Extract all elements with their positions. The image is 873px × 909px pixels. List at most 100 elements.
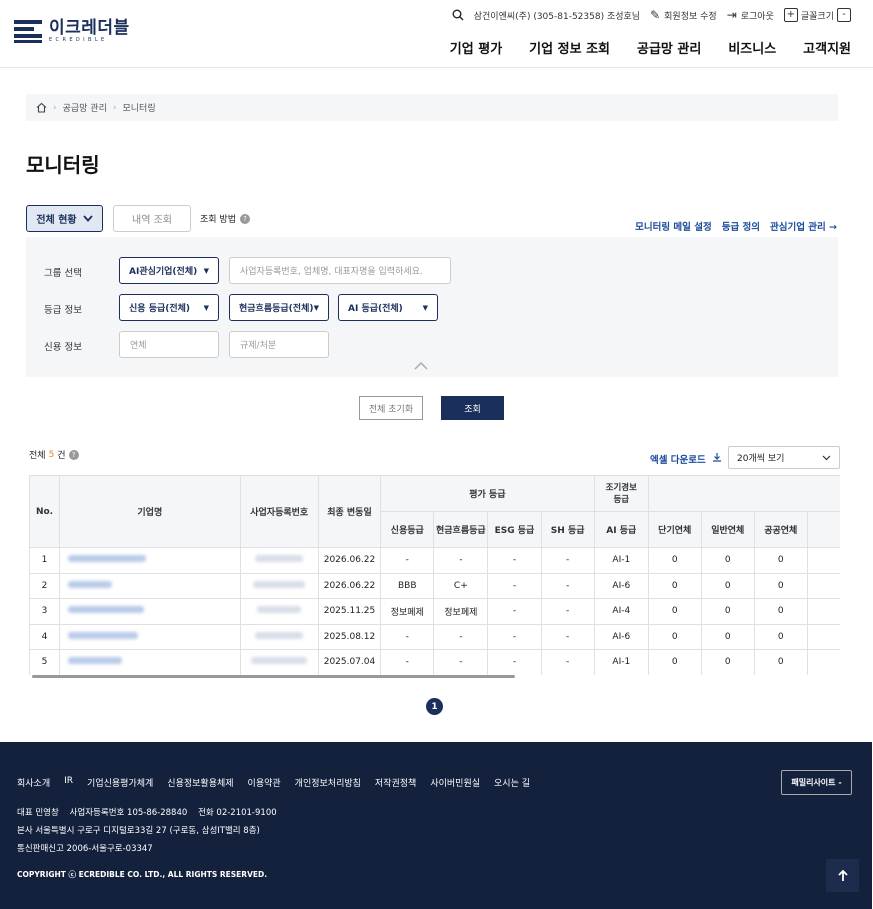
redacted-company-name[interactable] xyxy=(68,606,145,614)
cell-cash: - xyxy=(433,649,488,675)
col-credit: 신용등급 xyxy=(380,511,435,548)
col-sh: SH 등급 xyxy=(540,511,595,548)
collapse-chevron-up-icon[interactable] xyxy=(414,361,428,370)
search-button[interactable] xyxy=(452,9,464,21)
grade-definition-link[interactable]: 등급 정의 xyxy=(722,219,760,233)
cell-g: 0 xyxy=(700,598,755,625)
cell-g: 0 xyxy=(700,649,755,675)
footer-company-info: 대표 민영창 사업자등록번호 105-86-28840 전화 02-2101-9… xyxy=(17,808,277,818)
breadcrumb-item[interactable]: 모니터링 xyxy=(122,101,155,114)
footer-link[interactable]: 이용약관 xyxy=(248,776,281,789)
cell-company[interactable] xyxy=(59,547,241,574)
font-decrease-button[interactable]: - xyxy=(837,8,851,22)
breadcrumb-item[interactable]: 공급망 관리 xyxy=(63,101,107,114)
help-icon: ? xyxy=(239,213,250,224)
credit-grade-select[interactable]: 신용 등급(전체) ▼ xyxy=(119,294,219,321)
cell-esg: - xyxy=(487,624,542,650)
scroll-to-top-button[interactable] xyxy=(826,859,859,892)
redacted-bizno xyxy=(251,657,308,665)
redacted-company-name[interactable] xyxy=(68,555,147,563)
excel-download-button[interactable]: 엑셀 다운로드 xyxy=(650,452,722,466)
home-icon[interactable] xyxy=(36,102,47,113)
cell-ai: AI-6 xyxy=(593,624,649,650)
cashflow-grade-select[interactable]: 현금흐름등급(전체) ▼ xyxy=(229,294,329,321)
cell-credit: - xyxy=(380,547,434,574)
redacted-bizno xyxy=(253,580,306,588)
family-site-button[interactable]: 패밀리사이트 - xyxy=(781,770,852,795)
footer-link[interactable]: 기업신용평가체계 xyxy=(87,776,153,789)
cell-company[interactable] xyxy=(59,573,241,599)
table-row[interactable]: 2 2026.06.22 BBB C+ - - AI-6 0 0 0 xyxy=(29,573,840,599)
footer-link[interactable]: 신용정보활용체제 xyxy=(167,776,233,789)
logout-link[interactable]: ⇥ 로그아웃 xyxy=(727,8,774,22)
group-select-value: AI관심기업(전체) xyxy=(129,267,198,277)
company-search-input[interactable]: 사업자등록번호, 업체명, 대표자명을 입력하세요. xyxy=(229,257,451,284)
search-icon xyxy=(452,9,464,21)
caret-down-icon: ▼ xyxy=(203,303,209,312)
footer-link[interactable]: IR xyxy=(64,776,73,789)
redacted-company-name[interactable] xyxy=(68,657,123,665)
overdue-input[interactable]: 연체 xyxy=(119,331,219,358)
nav-item-evaluation[interactable]: 기업 평가 xyxy=(450,38,502,57)
cell-credit: - xyxy=(380,624,434,650)
ai-grade-select[interactable]: AI 등급(전체) ▼ xyxy=(338,294,438,321)
edit-member-label: 회원정보 수정 xyxy=(664,11,717,22)
mail-setting-link[interactable]: 모니터링 메일 설정 xyxy=(635,219,712,233)
cell-cash: - xyxy=(433,547,488,574)
cell-p: 0 xyxy=(753,547,808,574)
interest-company-link[interactable]: 관심기업 관리 → xyxy=(770,219,837,233)
help-icon[interactable]: ? xyxy=(68,449,79,460)
cell-more xyxy=(806,547,840,574)
caret-down-icon: ▼ xyxy=(313,303,319,312)
col-bizno: 사업자등록번호 xyxy=(239,475,319,548)
nav-item-supply-chain[interactable]: 공급망 관리 xyxy=(637,38,701,57)
footer-link[interactable]: 저작권정책 xyxy=(375,776,416,789)
tab-history[interactable]: 내역 조회 xyxy=(113,205,191,232)
edit-member-link[interactable]: ✎ 회원정보 수정 xyxy=(650,8,717,22)
logo-mark-icon xyxy=(14,19,42,44)
table-scrollbar[interactable] xyxy=(32,675,515,678)
nav-item-business[interactable]: 비즈니스 xyxy=(728,38,776,57)
group-select[interactable]: AI관심기업(전체) ▼ xyxy=(119,257,219,284)
cell-company[interactable] xyxy=(59,624,241,650)
cell-esg: - xyxy=(487,547,542,574)
footer-link[interactable]: 사이버민원실 xyxy=(430,776,480,789)
cell-company[interactable] xyxy=(59,598,241,625)
redacted-bizno xyxy=(255,555,304,563)
logo[interactable]: 이크레더블 ECREDIBLE xyxy=(14,19,130,44)
tab-overview[interactable]: 전체 현황 xyxy=(26,205,103,232)
cell-g: 0 xyxy=(700,624,755,650)
footer-link[interactable]: 회사소개 xyxy=(17,776,50,789)
redacted-company-name[interactable] xyxy=(68,631,139,639)
page-size-select[interactable]: 20개씩 보기 xyxy=(728,446,840,469)
footer-link[interactable]: 개인정보처리방침 xyxy=(295,776,361,789)
table-row[interactable]: 1 2026.06.22- - - - AI-1 0 0 0 xyxy=(29,547,840,574)
page-number-current[interactable]: 1 xyxy=(426,698,443,715)
ai-grade-value: AI 등급(전체) xyxy=(348,304,403,314)
cell-company[interactable] xyxy=(59,649,241,675)
cell-bizno xyxy=(239,624,319,650)
col-overdue-group: 연 xyxy=(647,475,840,512)
table-row[interactable]: 4 2025.08.12- - - - AI-6 0 0 0 xyxy=(29,624,840,650)
redacted-company-name[interactable] xyxy=(68,580,113,588)
monitoring-table-wrapper[interactable]: No. 기업명 사업자등록번호 최종 변동일 평가 등급 조기경보 등급 연 신… xyxy=(29,475,840,675)
footer-address: 본사 서울특별시 구로구 디지털로33길 27 (구로동, 삼성IT밸리 8층) xyxy=(17,826,260,836)
footer-nav: 회사소개 IR 기업신용평가체계 신용정보활용체제 이용약관 개인정보처리방침 … xyxy=(17,776,530,789)
font-size-control: + 글꼴크기 - xyxy=(783,8,851,22)
col-company: 기업명 xyxy=(59,475,241,548)
footer-link[interactable]: 오시는 길 xyxy=(494,776,530,789)
cell-credit: - xyxy=(380,649,434,675)
cell-more xyxy=(806,624,840,650)
nav-item-company-info[interactable]: 기업 정보 조회 xyxy=(529,38,610,57)
search-method-link[interactable]: 조회 방법 ? xyxy=(200,212,250,225)
logout-icon: ⇥ xyxy=(726,8,737,22)
nav-item-support[interactable]: 고객지원 xyxy=(803,38,851,57)
sanction-input[interactable]: 규제/처분 xyxy=(229,331,329,358)
table-row[interactable]: 3 2025.11.25 정보폐제 정보폐제 - - AI-4 0 0 0 xyxy=(29,598,840,625)
table-row[interactable]: 5 2025.07.04- - - - AI-1 0 0 0 xyxy=(29,649,840,675)
cell-sh: - xyxy=(540,624,595,650)
redacted-bizno xyxy=(257,606,302,614)
reset-button[interactable]: 전체 초기화 xyxy=(359,396,423,420)
font-increase-button[interactable]: + xyxy=(783,8,798,22)
search-button-main[interactable]: 조회 xyxy=(441,396,504,420)
